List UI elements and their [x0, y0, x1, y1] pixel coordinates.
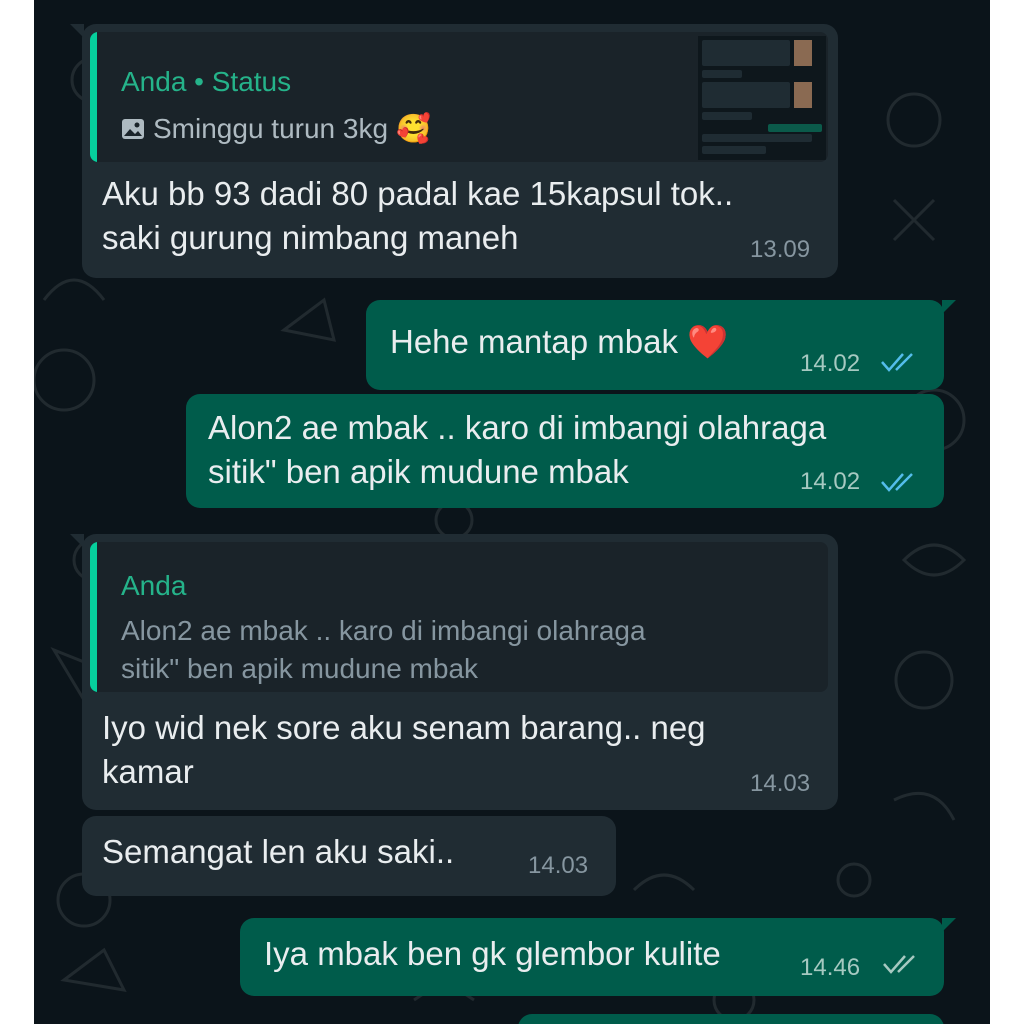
- message-text: Alon2 ae mbak .. karo di imbangi olahrag…: [208, 409, 827, 490]
- message-text: Iya mbak ben gk glembor kulite: [264, 935, 721, 972]
- chat-area[interactable]: Anda • Status Sminggu turun 3kg 🥰 Aku bb…: [34, 0, 990, 1024]
- message-text: Semangat len aku saki..: [102, 833, 455, 870]
- image-icon: [122, 118, 144, 139]
- incoming-message-4[interactable]: Anda Alon2 ae mbak .. karo di imbangi ol…: [70, 534, 838, 810]
- message-time: 14.02: [800, 350, 861, 377]
- message-text: Aku bb 93 dadi 80 padal kae 15kapsul tok…: [102, 175, 734, 256]
- incoming-message-1[interactable]: Anda • Status Sminggu turun 3kg 🥰 Aku bb…: [70, 24, 838, 278]
- message-text: Iyo wid nek sore aku senam barang.. neg …: [102, 709, 706, 790]
- outgoing-message-6[interactable]: Iya mbak ben gk glembor kulite 14.46: [240, 918, 956, 996]
- quote-author: Anda • Status: [121, 66, 292, 97]
- message-time: 14.46: [800, 954, 861, 981]
- outgoing-message-partial[interactable]: [518, 1014, 944, 1024]
- quote-caption: Sminggu turun 3kg 🥰: [121, 112, 431, 145]
- status-thumbnail[interactable]: [698, 36, 826, 160]
- quoted-status[interactable]: Anda • Status Sminggu turun 3kg 🥰: [90, 32, 828, 162]
- outgoing-message-3[interactable]: Alon2 ae mbak .. karo di imbangi olahrag…: [186, 394, 944, 508]
- quote-text: Alon2 ae mbak .. karo di imbangi olahrag…: [121, 615, 646, 684]
- message-text: Hehe mantap mbak ❤️: [390, 323, 729, 360]
- quote-caption-text: Sminggu turun 3kg: [153, 112, 389, 144]
- message-time: 13.09: [750, 236, 811, 263]
- double-check-read-icon: [881, 473, 913, 492]
- quote-author: Anda: [121, 570, 187, 601]
- double-check-read-icon: [881, 353, 913, 372]
- message-time: 14.03: [750, 770, 811, 797]
- message-time: 14.03: [528, 852, 589, 879]
- thumbnail-preview: [698, 36, 826, 160]
- message-time: 14.02: [800, 468, 861, 495]
- outgoing-message-2[interactable]: Hehe mantap mbak ❤️ 14.02: [366, 300, 956, 390]
- double-check-delivered-icon: [883, 955, 915, 974]
- smiling-face-hearts-emoji: 🥰: [396, 113, 431, 144]
- incoming-message-5[interactable]: Semangat len aku saki.. 14.03: [82, 816, 616, 896]
- quote-accent-bar: [90, 542, 97, 692]
- quoted-message[interactable]: Anda Alon2 ae mbak .. karo di imbangi ol…: [90, 542, 828, 692]
- quote-accent-bar: [90, 32, 97, 162]
